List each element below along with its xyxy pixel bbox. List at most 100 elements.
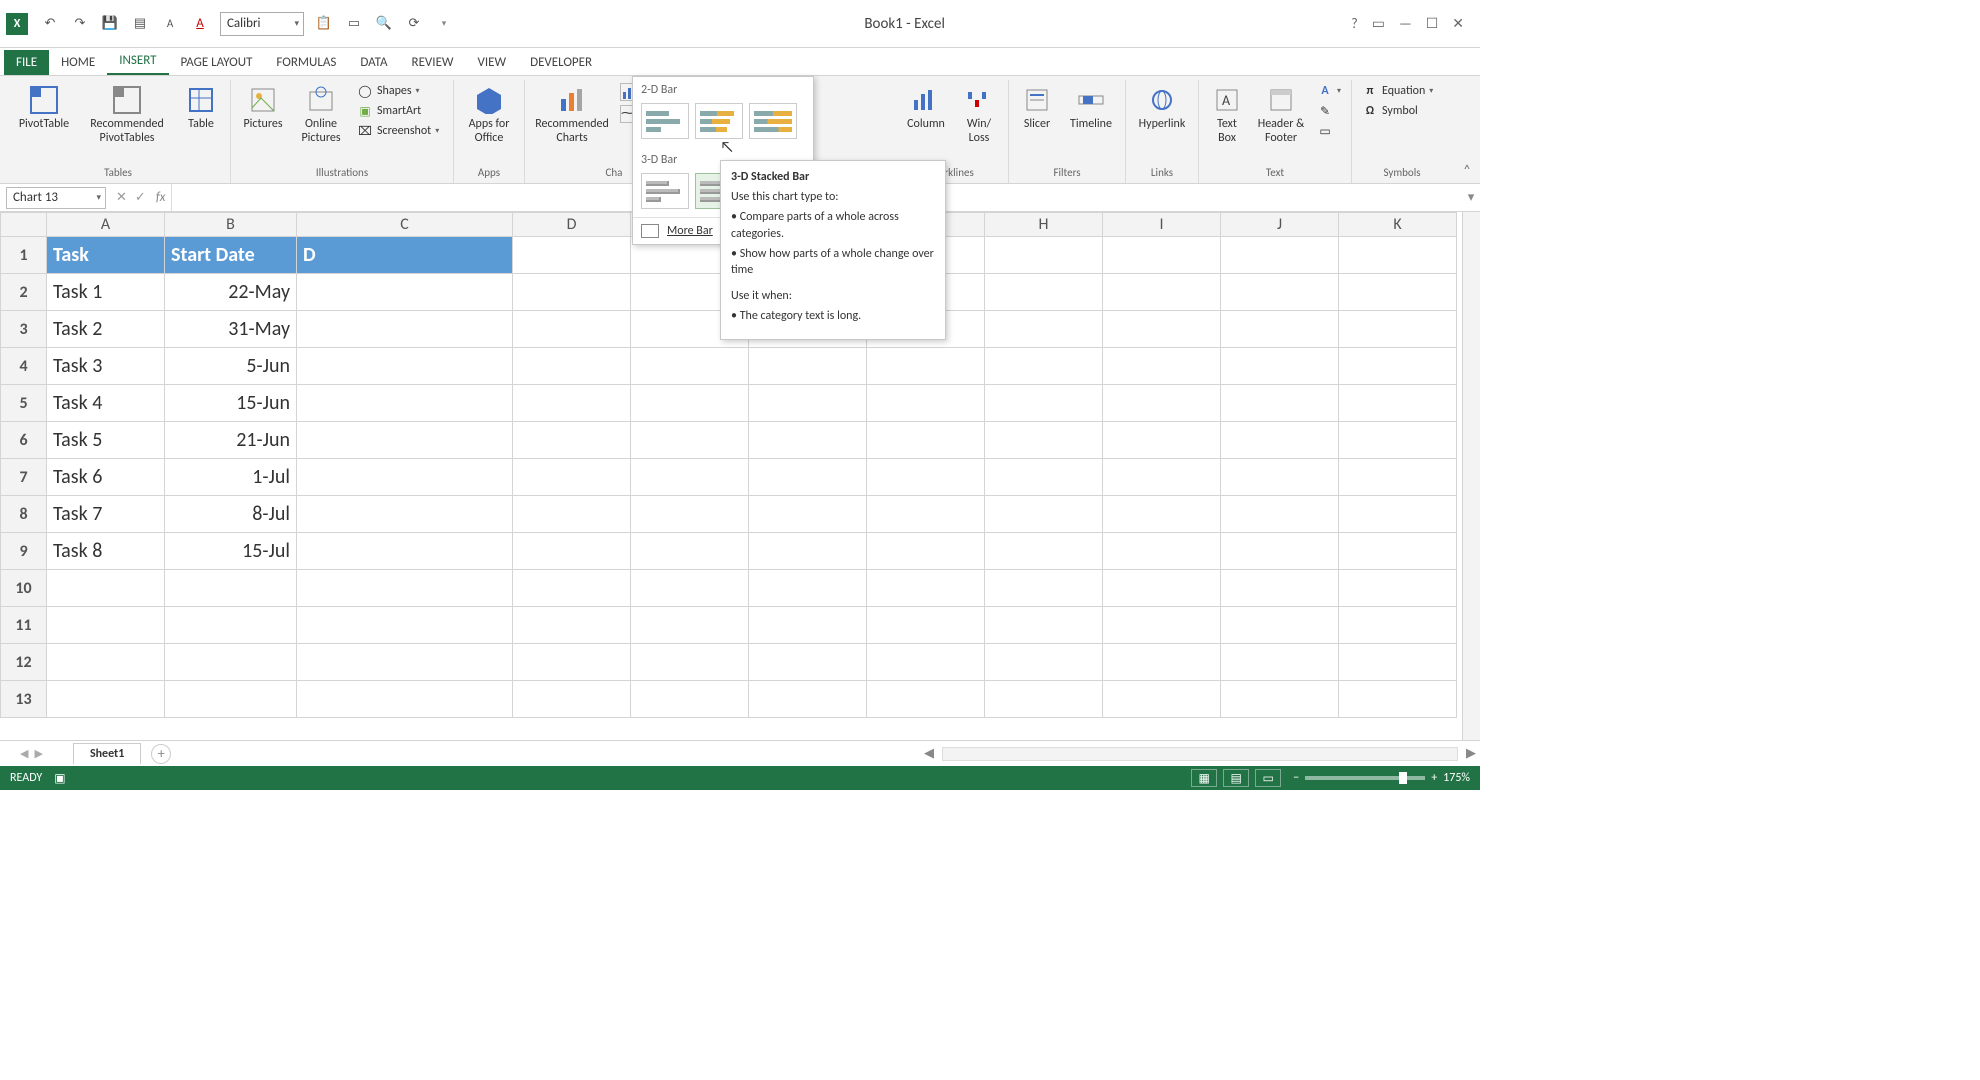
cell[interactable] <box>985 681 1103 718</box>
zoom-button[interactable]: 🔍 <box>370 10 398 38</box>
tab-review[interactable]: REVIEW <box>400 50 466 75</box>
cell[interactable] <box>1103 570 1221 607</box>
macro-record-icon[interactable]: ▣ <box>54 771 65 786</box>
apps-for-office-button[interactable]: Apps for Office <box>462 82 516 146</box>
cell[interactable]: Task 5 <box>47 422 165 459</box>
cell[interactable] <box>985 644 1103 681</box>
cell[interactable] <box>1103 496 1221 533</box>
sheet-nav-next[interactable]: ▶ <box>34 747 42 760</box>
undo-button[interactable]: ↶ <box>36 10 64 38</box>
horizontal-scrollbar[interactable]: ◀▶ <box>920 741 1480 766</box>
tab-page-layout[interactable]: PAGE LAYOUT <box>169 50 265 75</box>
cell[interactable] <box>1103 681 1221 718</box>
timeline-button[interactable]: Timeline <box>1065 82 1117 132</box>
cell[interactable] <box>749 644 867 681</box>
cell[interactable] <box>165 570 297 607</box>
font-size-decrease-button[interactable]: A <box>156 10 184 38</box>
col-header-c[interactable]: C <box>297 213 513 237</box>
cell[interactable] <box>867 422 985 459</box>
cancel-formula-button[interactable]: ✕ <box>116 190 127 205</box>
cell[interactable] <box>297 385 513 422</box>
cell[interactable] <box>513 311 631 348</box>
cell[interactable]: Task 3 <box>47 348 165 385</box>
maximize-button[interactable]: ☐ <box>1426 15 1439 32</box>
cell[interactable]: 15-Jun <box>165 385 297 422</box>
textbox-button[interactable]: A Text Box <box>1207 82 1247 146</box>
symbol-button[interactable]: ΩSymbol <box>1360 102 1444 120</box>
cell[interactable] <box>1221 681 1339 718</box>
row-header[interactable]: 12 <box>1 644 47 681</box>
cell[interactable] <box>867 533 985 570</box>
cell[interactable] <box>1103 644 1221 681</box>
cell[interactable] <box>631 496 749 533</box>
cell[interactable] <box>513 570 631 607</box>
cell[interactable]: Start Date <box>165 237 297 274</box>
100-stacked-bar-2d-button[interactable] <box>749 103 797 139</box>
cell[interactable] <box>165 644 297 681</box>
view-normal-button[interactable]: ▦ <box>1191 769 1217 787</box>
cell[interactable] <box>297 644 513 681</box>
cell[interactable] <box>1103 237 1221 274</box>
cell[interactable] <box>631 422 749 459</box>
cell[interactable] <box>1339 644 1457 681</box>
tab-view[interactable]: VIEW <box>466 50 519 75</box>
qat-customize-button[interactable]: ▾ <box>430 10 458 38</box>
col-header-j[interactable]: J <box>1221 213 1339 237</box>
zoom-level[interactable]: 175% <box>1443 771 1470 785</box>
cell[interactable] <box>513 496 631 533</box>
cell[interactable] <box>1221 237 1339 274</box>
tab-home[interactable]: HOME <box>49 50 107 75</box>
cell[interactable] <box>513 237 631 274</box>
collapse-ribbon-button[interactable]: ^ <box>1464 163 1470 177</box>
zoom-in-button[interactable]: + <box>1431 771 1437 785</box>
shapes-button[interactable]: ◯Shapes <box>355 82 445 100</box>
cell[interactable] <box>513 422 631 459</box>
row-header[interactable]: 2 <box>1 274 47 311</box>
cell[interactable]: 31-May <box>165 311 297 348</box>
row-header[interactable]: 13 <box>1 681 47 718</box>
cell[interactable] <box>1103 422 1221 459</box>
cell[interactable] <box>867 644 985 681</box>
cell[interactable] <box>1339 496 1457 533</box>
tab-file[interactable]: FILE <box>4 50 49 75</box>
cell[interactable] <box>1103 274 1221 311</box>
col-header-h[interactable]: H <box>985 213 1103 237</box>
cell[interactable] <box>1221 570 1339 607</box>
cell[interactable] <box>1103 533 1221 570</box>
cell[interactable]: Task 7 <box>47 496 165 533</box>
cell[interactable] <box>513 385 631 422</box>
col-header-k[interactable]: K <box>1339 213 1457 237</box>
cell[interactable] <box>1339 570 1457 607</box>
cell[interactable]: Task 8 <box>47 533 165 570</box>
add-sheet-button[interactable]: + <box>151 744 171 764</box>
row-header[interactable]: 7 <box>1 459 47 496</box>
cell[interactable] <box>513 274 631 311</box>
pivottable-button[interactable]: PivotTable <box>14 82 74 132</box>
row-header[interactable]: 4 <box>1 348 47 385</box>
view-pagelayout-button[interactable]: ▤ <box>1223 769 1249 787</box>
cell[interactable] <box>1221 422 1339 459</box>
cell[interactable] <box>47 681 165 718</box>
help-button[interactable]: ? <box>1351 15 1358 32</box>
close-button[interactable]: ✕ <box>1452 15 1464 32</box>
cell[interactable] <box>985 459 1103 496</box>
sheet-tab-sheet1[interactable]: Sheet1 <box>73 743 141 764</box>
cell[interactable] <box>631 681 749 718</box>
cell[interactable] <box>47 644 165 681</box>
paste-button[interactable]: 📋 <box>310 10 338 38</box>
cell[interactable] <box>47 607 165 644</box>
row-header[interactable]: 9 <box>1 533 47 570</box>
cell[interactable] <box>749 607 867 644</box>
recommended-pivottables-button[interactable]: Recommended PivotTables <box>82 82 172 146</box>
cell[interactable] <box>631 385 749 422</box>
cell[interactable] <box>1103 607 1221 644</box>
cell[interactable] <box>1339 607 1457 644</box>
cell[interactable] <box>985 496 1103 533</box>
cell[interactable] <box>749 422 867 459</box>
cell[interactable] <box>1103 348 1221 385</box>
cell[interactable] <box>631 348 749 385</box>
cell[interactable] <box>1221 644 1339 681</box>
sparkline-column-button[interactable]: Column <box>902 82 950 132</box>
cell[interactable] <box>297 570 513 607</box>
cell[interactable] <box>1221 385 1339 422</box>
